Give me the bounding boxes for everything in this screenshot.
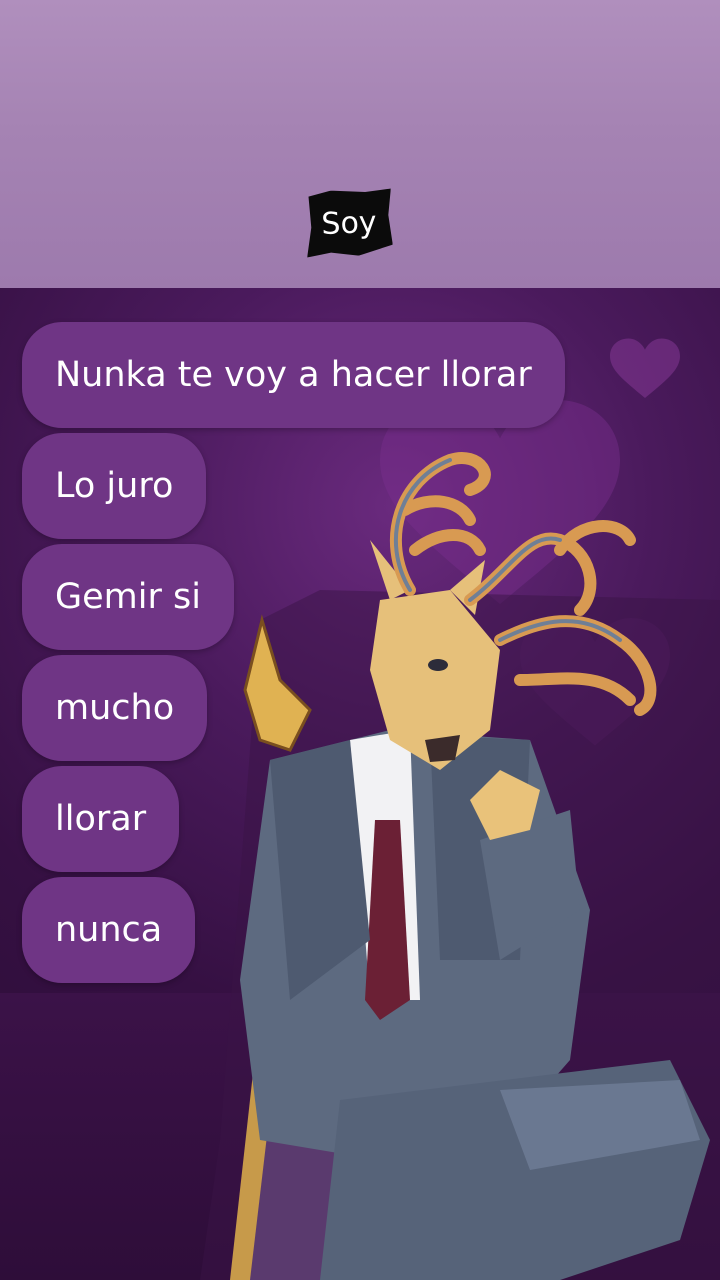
message-bubble: llorar [22,766,180,872]
character-illustration: B [200,452,720,1280]
message-bubble: Gemir si [22,544,234,650]
message-bubble: Lo juro [22,433,207,539]
heart-decoration [610,338,680,398]
message-bubble: mucho [22,655,208,761]
caption-label: Soy [305,189,393,258]
message-bubble: Nunka te voy a hacer llorar [22,322,565,428]
message-bubble: nunca [22,877,196,983]
